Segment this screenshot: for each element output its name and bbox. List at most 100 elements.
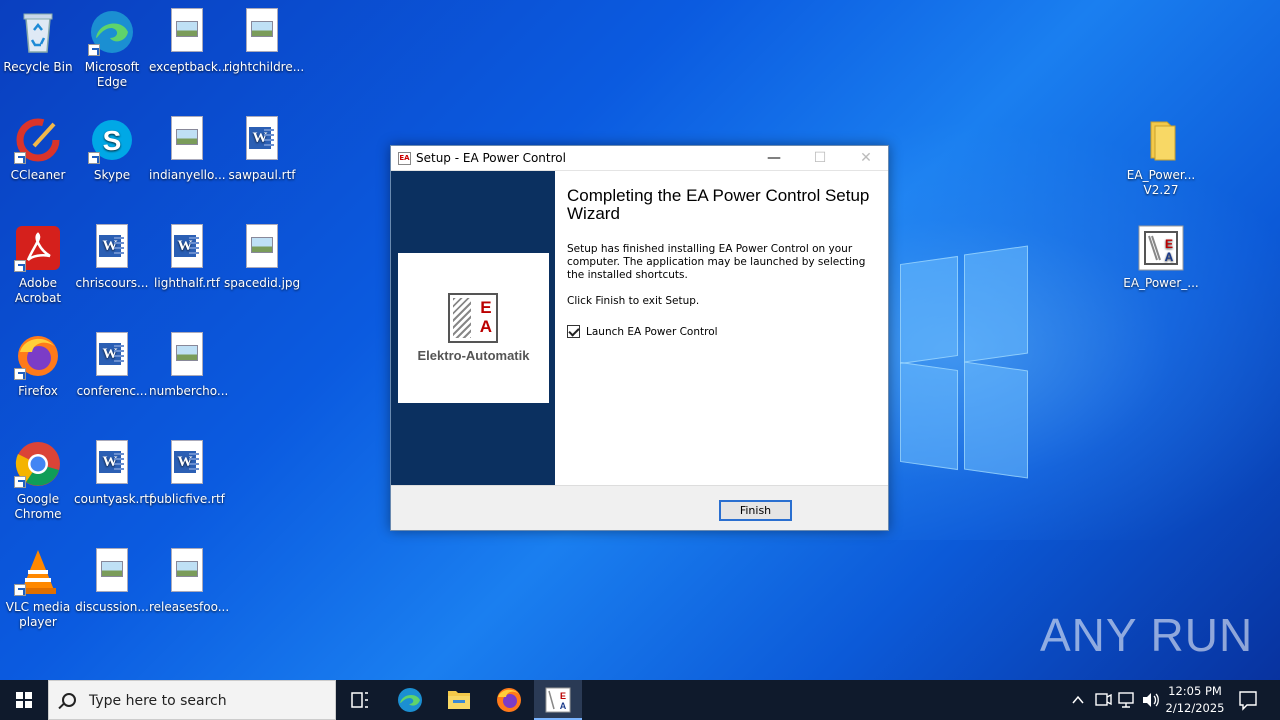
desktop-icon-label: chriscours... xyxy=(75,276,149,290)
wizard-body-text: Setup has finished installing EA Power C… xyxy=(567,243,866,281)
desktop-icon-label: lighthalf.rtf xyxy=(154,276,220,290)
minimize-button[interactable]: — xyxy=(751,146,797,171)
search-placeholder: Type here to search xyxy=(89,693,227,709)
launch-checkbox-label[interactable]: Launch EA Power Control xyxy=(586,326,718,338)
desktop-icon-label: sawpaul.rtf xyxy=(228,168,296,182)
desktop-icon-adobe-acrobat[interactable]: Adobe Acrobat xyxy=(0,224,76,306)
image-file-icon xyxy=(88,548,136,596)
desktop-icon-releasesfoo[interactable]: releasesfoo... xyxy=(149,548,229,615)
word-doc-icon: W xyxy=(238,116,286,164)
desktop-icon-chriscours[interactable]: W chriscours... xyxy=(74,224,150,291)
desktop-icon-spacedid[interactable]: spacedid.jpg xyxy=(224,224,300,291)
chrome-icon xyxy=(14,440,62,488)
taskbar-search-box[interactable]: Type here to search xyxy=(48,680,336,720)
desktop-icon-label: Skype xyxy=(93,168,131,182)
close-button: ✕ xyxy=(860,150,872,166)
file-explorer-icon[interactable] xyxy=(435,680,483,720)
desktop-icon-label: numbercho... xyxy=(149,384,229,398)
setup-app-icon: EA xyxy=(398,152,411,165)
desktop-icon-lighthalf[interactable]: W lighthalf.rtf xyxy=(149,224,225,291)
desktop-icon-recycle-bin[interactable]: Recycle Bin xyxy=(0,8,76,75)
image-file-icon xyxy=(163,332,211,380)
clock-date: 2/12/2025 xyxy=(1165,701,1225,715)
desktop-icon-label: CCleaner xyxy=(10,168,66,182)
finish-button[interactable]: Finish xyxy=(719,500,792,521)
search-icon xyxy=(62,693,76,707)
word-doc-icon: W xyxy=(163,440,211,488)
edge-icon xyxy=(88,8,136,56)
dialog-title-bar[interactable]: EA Setup - EA Power Control — ☐ ✕ xyxy=(391,146,888,171)
svg-text:A: A xyxy=(560,701,567,711)
ea-logo-icon: EA xyxy=(448,293,498,343)
desktop-icon-conferenc[interactable]: W conferenc... xyxy=(74,332,150,399)
desktop-icon-firefox[interactable]: Firefox xyxy=(0,332,76,399)
maximize-button: ☐ xyxy=(813,150,827,166)
desktop-icon-label: countyask.rtf xyxy=(74,492,154,506)
word-doc-icon: W xyxy=(88,224,136,272)
svg-text:S: S xyxy=(103,125,122,156)
wallpaper-windows-logo xyxy=(900,240,1028,480)
desktop: Recycle Bin CCleaner Adobe Acrobat Firef… xyxy=(0,0,1280,680)
show-hidden-icons-button[interactable] xyxy=(1066,680,1090,720)
desktop-icon-label: EA_Power... V2.27 xyxy=(1126,168,1196,197)
launch-checkbox[interactable] xyxy=(567,325,580,338)
image-file-icon xyxy=(163,116,211,164)
desktop-icon-rightchildre[interactable]: rightchildre... xyxy=(224,8,305,75)
setup-dialog: EA Setup - EA Power Control — ☐ ✕ EA Ele… xyxy=(390,145,889,531)
desktop-icon-label: rightchildre... xyxy=(224,60,305,74)
taskbar-clock[interactable]: 12:05 PM 2/12/2025 xyxy=(1160,683,1230,717)
vlc-icon xyxy=(14,548,62,596)
word-doc-icon: W xyxy=(88,332,136,380)
wizard-sidebar: EA Elektro-Automatik xyxy=(391,171,555,485)
desktop-icon-publicfive[interactable]: W publicfive.rtf xyxy=(149,440,225,507)
wizard-footer: Finish xyxy=(391,485,888,530)
svg-text:E: E xyxy=(560,691,566,701)
wizard-instruction: Click Finish to exit Setup. xyxy=(567,295,700,307)
desktop-icon-label: Recycle Bin xyxy=(3,60,73,74)
dialog-title: Setup - EA Power Control xyxy=(416,151,566,165)
start-button[interactable] xyxy=(0,680,48,720)
desktop-icon-ea-power-folder[interactable]: EA_Power... V2.27 xyxy=(1123,116,1199,198)
notification-icon xyxy=(1239,691,1257,711)
taskbar: Type here to search EA 12:05 PM 2/12/202… xyxy=(0,680,1280,720)
chevron-up-icon xyxy=(1072,695,1084,704)
firefox-icon[interactable] xyxy=(485,680,533,720)
desktop-icon-sawpaul[interactable]: W sawpaul.rtf xyxy=(224,116,300,183)
desktop-icon-discussion[interactable]: discussion... xyxy=(74,548,150,615)
ea-app-icon: EA xyxy=(1137,224,1185,272)
network-icon[interactable] xyxy=(1116,680,1138,720)
skype-icon: S xyxy=(88,116,136,164)
desktop-icon-ea-power-app[interactable]: EA EA_Power_... xyxy=(1123,224,1199,291)
desktop-icon-indianyello[interactable]: indianyello... xyxy=(149,116,226,183)
desktop-icon-vlc[interactable]: VLC media player xyxy=(0,548,76,630)
desktop-icon-label: spacedid.jpg xyxy=(224,276,301,290)
logo-text: Elektro-Automatik xyxy=(417,348,530,363)
desktop-icon-label: VLC media player xyxy=(5,600,71,629)
desktop-icon-label: discussion... xyxy=(75,600,149,614)
desktop-icon-exceptback[interactable]: exceptback... xyxy=(149,8,229,75)
desktop-icon-microsoft-edge[interactable]: Microsoft Edge xyxy=(74,8,150,90)
desktop-icon-countyask[interactable]: W countyask.rtf xyxy=(74,440,154,507)
edge-icon[interactable] xyxy=(386,680,434,720)
volume-icon[interactable] xyxy=(1140,680,1162,720)
desktop-icon-label: Firefox xyxy=(18,384,58,398)
desktop-icon-numbercho[interactable]: numbercho... xyxy=(149,332,229,399)
notifications-button[interactable] xyxy=(1234,680,1262,720)
svg-text:A: A xyxy=(1165,250,1174,264)
desktop-icon-label: EA_Power_... xyxy=(1123,276,1199,290)
desktop-icon-ccleaner[interactable]: CCleaner xyxy=(0,116,76,183)
firefox-icon xyxy=(14,332,62,380)
desktop-icon-skype[interactable]: S Skype xyxy=(74,116,150,183)
desktop-icon-label: conferenc... xyxy=(76,384,148,398)
desktop-icon-google-chrome[interactable]: Google Chrome xyxy=(0,440,76,522)
task-view-icon[interactable] xyxy=(336,680,384,720)
launch-checkbox-row[interactable]: Launch EA Power Control xyxy=(567,325,718,338)
image-file-icon xyxy=(163,548,211,596)
ea-app-icon[interactable]: EA xyxy=(534,680,582,720)
windows-start-icon xyxy=(16,692,32,708)
meet-now-icon[interactable] xyxy=(1092,680,1114,720)
desktop-icon-label: indianyello... xyxy=(149,168,226,182)
acrobat-icon xyxy=(14,224,62,272)
ccleaner-icon xyxy=(14,116,62,164)
word-doc-icon: W xyxy=(88,440,136,488)
